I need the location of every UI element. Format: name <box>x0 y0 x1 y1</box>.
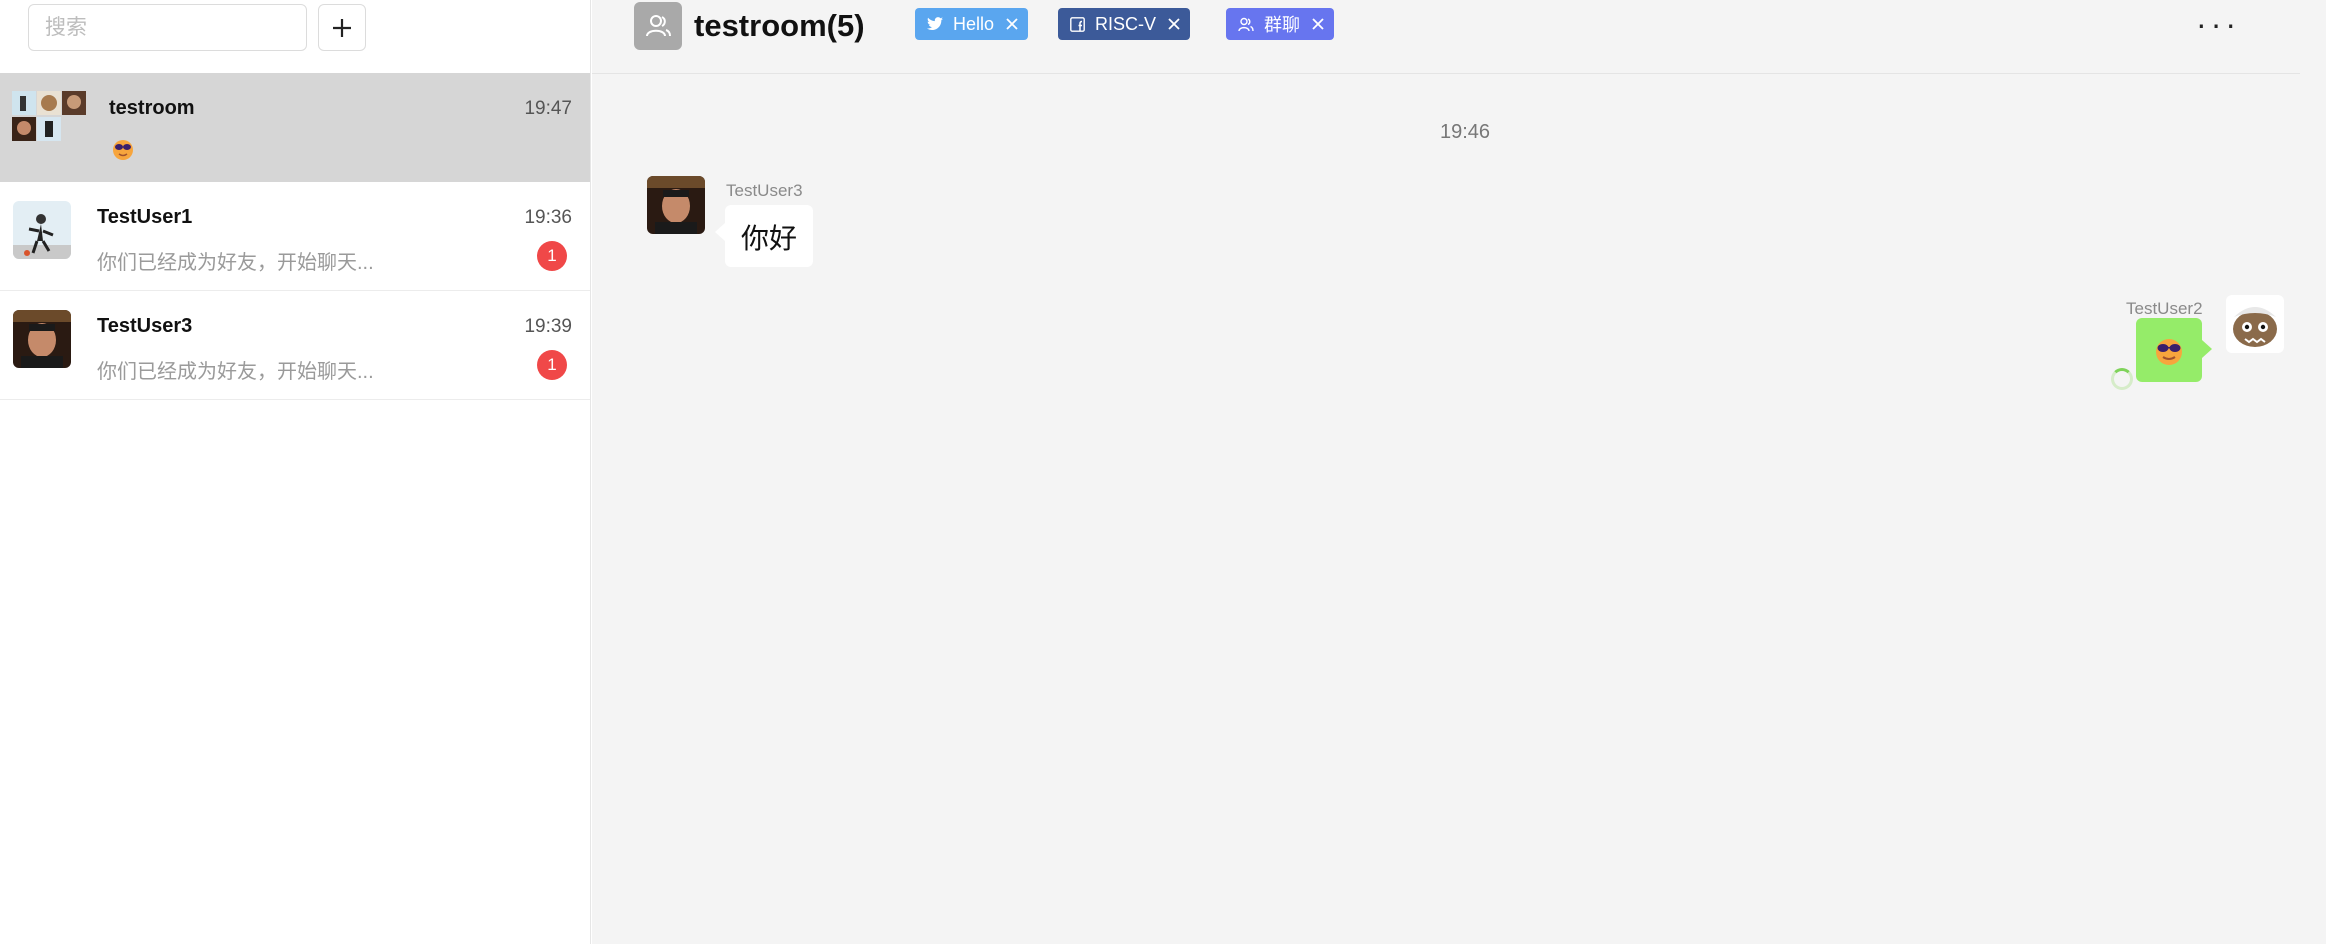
sunglasses-emoji-icon <box>113 140 133 160</box>
add-button[interactable] <box>318 4 366 51</box>
conversation-item-testroom[interactable]: testroom 19:47 <box>0 73 590 182</box>
group-avatar <box>12 91 86 141</box>
chat-header: testroom(5) Hello RISC-V 群聊 ··· <box>592 0 2300 74</box>
room-title: testroom(5) <box>694 8 865 43</box>
message-bubble[interactable] <box>2136 318 2212 382</box>
search-input[interactable] <box>28 4 307 51</box>
conversation-item-testuser1[interactable]: TestUser1 19:36 你们已经成为好友，开始聊天... 1 <box>0 182 590 291</box>
conversation-name: TestUser1 <box>97 206 193 228</box>
close-icon[interactable] <box>1168 18 1180 30</box>
conversation-time: 19:36 <box>524 207 572 228</box>
sending-status-spinner <box>2111 368 2133 390</box>
tag-hello[interactable]: Hello <box>915 8 1029 40</box>
conversation-preview: 你们已经成为好友，开始聊天... <box>97 252 374 274</box>
sender-name: TestUser2 <box>2126 299 2203 318</box>
tag-risc-v[interactable]: RISC-V <box>1058 8 1191 40</box>
twitter-icon <box>927 17 943 31</box>
tag-label: 群聊 <box>1264 15 1300 35</box>
message-bubble[interactable]: 你好 <box>714 205 814 267</box>
conversation-list: testroom 19:47 TestUser1 19:36 你们已经成为好友，… <box>0 73 590 400</box>
unread-badge: 1 <box>537 241 567 271</box>
tag-label: RISC-V <box>1095 13 1157 34</box>
chat-panel: testroom(5) Hello RISC-V 群聊 ··· 19:46 Te… <box>592 0 2326 944</box>
facebook-icon <box>1070 16 1085 32</box>
close-icon[interactable] <box>1006 18 1018 30</box>
conversation-name: testroom <box>109 97 195 119</box>
sidebar: testroom 19:47 <box>0 0 591 944</box>
avatar <box>13 310 71 368</box>
plus-icon <box>333 18 351 37</box>
close-icon[interactable] <box>1312 18 1324 30</box>
sender-avatar[interactable] <box>647 176 705 234</box>
sunglasses-emoji-icon <box>2156 339 2182 365</box>
conversation-name: TestUser3 <box>97 315 193 337</box>
sender-name: TestUser3 <box>726 181 803 200</box>
tag-label: Hello <box>953 13 995 34</box>
tag-group-chat[interactable]: 群聊 <box>1226 8 1334 40</box>
unread-badge: 1 <box>537 350 567 380</box>
avatar <box>13 201 71 259</box>
more-options-button[interactable]: ··· <box>2196 8 2240 40</box>
group-icon <box>1238 17 1254 32</box>
message-time-divider: 19:46 <box>1440 121 1491 143</box>
conversation-preview: 你们已经成为好友，开始聊天... <box>97 361 374 383</box>
room-avatar[interactable] <box>634 2 682 50</box>
conversation-time: 19:47 <box>524 98 572 119</box>
conversation-time: 19:39 <box>524 316 572 337</box>
conversation-item-testuser3[interactable]: TestUser3 19:39 你们已经成为好友，开始聊天... 1 <box>0 291 590 400</box>
group-icon <box>646 15 671 37</box>
sender-avatar[interactable] <box>2226 295 2284 353</box>
